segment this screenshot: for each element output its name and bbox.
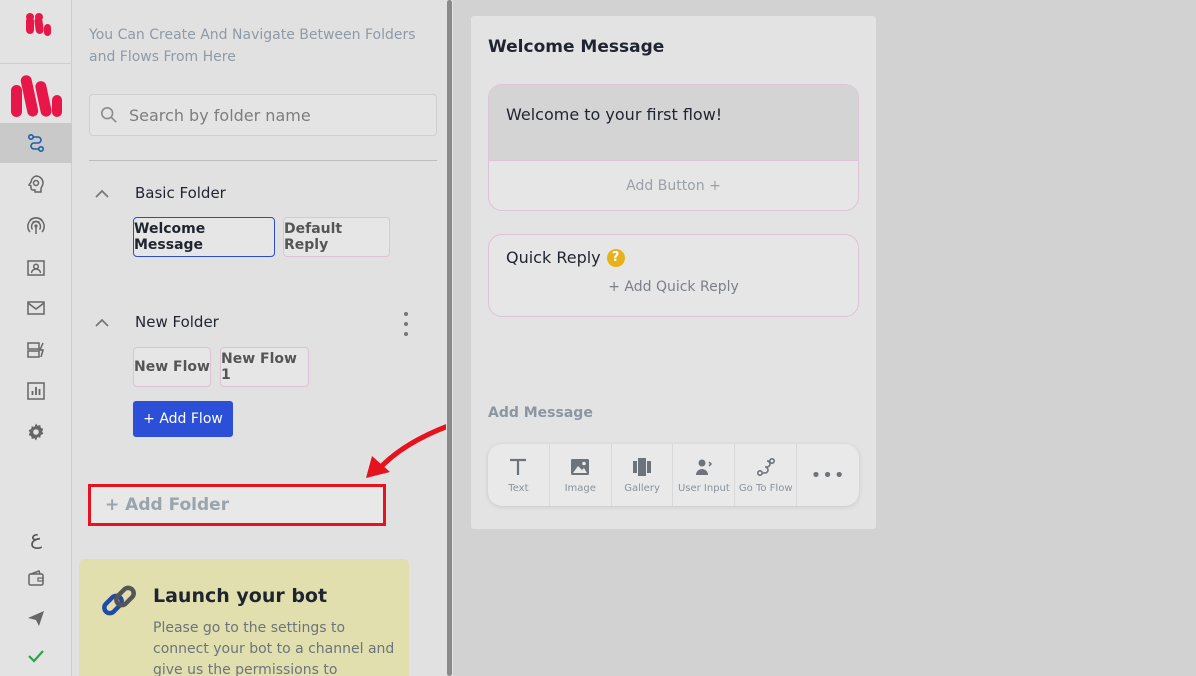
message-text[interactable]: Welcome to your first flow! bbox=[489, 85, 858, 161]
search-input[interactable] bbox=[129, 105, 419, 125]
scroll-thumb[interactable] bbox=[447, 0, 452, 676]
broadcast-nav-icon[interactable] bbox=[0, 206, 72, 246]
contacts-nav-icon[interactable] bbox=[0, 248, 72, 288]
launch-bot-card: Launch your bot Please go to the setting… bbox=[79, 559, 409, 676]
integrations-nav-icon[interactable] bbox=[0, 330, 72, 370]
panel-scrollbar[interactable] bbox=[446, 0, 453, 676]
quick-reply-title: Quick Reply bbox=[506, 248, 601, 267]
user-input-icon bbox=[695, 459, 712, 475]
tool-label: Gallery bbox=[624, 483, 660, 494]
message-block[interactable]: Welcome to your first flow! Add Button + bbox=[488, 84, 859, 211]
status-check-icon[interactable] bbox=[0, 636, 72, 676]
more-options-button[interactable]: ••• bbox=[797, 444, 859, 506]
message-type-toolbar: Text Image Gallery User Input Go To Flow… bbox=[488, 444, 859, 506]
contact-card-icon bbox=[27, 260, 45, 276]
mail-icon bbox=[27, 301, 45, 315]
divider bbox=[89, 160, 437, 161]
language-icon: ع bbox=[30, 525, 42, 549]
bar-chart-icon bbox=[27, 382, 45, 400]
tool-label: Image bbox=[564, 483, 596, 494]
messages-nav-icon[interactable] bbox=[0, 288, 72, 328]
brand-logo-small[interactable] bbox=[0, 0, 72, 64]
flows-nav-icon[interactable] bbox=[0, 123, 72, 163]
folder-menu-icon[interactable] bbox=[402, 312, 410, 336]
brand-logo[interactable] bbox=[0, 65, 72, 121]
add-user-input-button[interactable]: User Input bbox=[673, 444, 736, 506]
folder-search[interactable] bbox=[89, 94, 437, 136]
tool-label: User Input bbox=[677, 483, 730, 494]
launch-title: Launch your bot bbox=[153, 585, 328, 607]
quick-reply-block: Quick Reply ? + Add Quick Reply bbox=[488, 234, 859, 317]
language-nav-icon[interactable]: ع bbox=[0, 517, 72, 557]
ai-nav-icon[interactable] bbox=[0, 164, 72, 204]
wallet-nav-icon[interactable] bbox=[0, 558, 72, 598]
publish-nav-icon[interactable] bbox=[0, 598, 72, 638]
launch-text: Please go to the settings to connect you… bbox=[153, 620, 395, 676]
wallet-icon bbox=[28, 570, 44, 586]
gallery-icon bbox=[633, 458, 652, 476]
go-to-flow-icon bbox=[756, 457, 775, 477]
quick-reply-header: Quick Reply ? bbox=[506, 248, 625, 267]
add-gallery-button[interactable]: Gallery bbox=[612, 444, 674, 506]
folders-panel: You Can Create And Navigate Between Fold… bbox=[72, 0, 451, 676]
folder-toggle-new[interactable] bbox=[94, 312, 110, 334]
settings-nav-icon[interactable] bbox=[0, 412, 72, 452]
image-icon bbox=[571, 459, 590, 475]
tool-label: Text bbox=[508, 483, 529, 494]
panel-hint: You Can Create And Navigate Between Fold… bbox=[89, 27, 416, 65]
text-icon bbox=[510, 458, 527, 475]
add-go-to-flow-button[interactable]: Go To Flow bbox=[735, 444, 798, 506]
flow-title: Welcome Message bbox=[488, 37, 665, 57]
icon-rail: ع bbox=[0, 0, 72, 676]
tool-label: Go To Flow bbox=[738, 483, 793, 494]
send-icon bbox=[28, 611, 44, 626]
chevron-up-icon bbox=[95, 189, 109, 198]
add-message-label: Add Message bbox=[488, 405, 593, 421]
check-icon bbox=[28, 650, 44, 663]
flow-chip-new-flow-1[interactable]: New Flow 1 bbox=[220, 347, 309, 387]
add-flow-button[interactable]: + Add Flow bbox=[133, 401, 233, 437]
chevron-up-icon bbox=[95, 318, 109, 327]
flows-icon bbox=[27, 133, 45, 153]
brain-gear-icon bbox=[27, 175, 44, 193]
search-icon bbox=[100, 106, 117, 123]
folder-name: Basic Folder bbox=[135, 184, 226, 202]
more-icon: ••• bbox=[810, 464, 846, 486]
flow-chip-default-reply[interactable]: Default Reply bbox=[283, 217, 390, 257]
analytics-nav-icon[interactable] bbox=[0, 371, 72, 411]
gear-icon bbox=[28, 423, 44, 441]
folder-name: New Folder bbox=[135, 313, 219, 331]
flow-editor-card: Welcome Message Welcome to your first fl… bbox=[471, 16, 876, 529]
annotation-arrow-icon bbox=[366, 423, 451, 478]
add-folder-button[interactable]: + Add Folder bbox=[88, 484, 386, 526]
add-text-button[interactable]: Text bbox=[488, 444, 550, 506]
add-quick-reply-button[interactable]: + Add Quick Reply bbox=[489, 279, 858, 295]
help-icon[interactable]: ? bbox=[606, 248, 625, 267]
server-bolt-icon bbox=[27, 342, 44, 358]
link-icon bbox=[102, 585, 136, 616]
add-image-button[interactable]: Image bbox=[550, 444, 612, 506]
flow-chip-new-flow[interactable]: New Flow bbox=[133, 347, 211, 387]
add-button[interactable]: Add Button + bbox=[489, 161, 858, 210]
broadcast-icon bbox=[27, 217, 45, 234]
flow-chip-welcome-message[interactable]: Welcome Message bbox=[133, 217, 275, 257]
folder-toggle-basic[interactable] bbox=[94, 183, 110, 205]
